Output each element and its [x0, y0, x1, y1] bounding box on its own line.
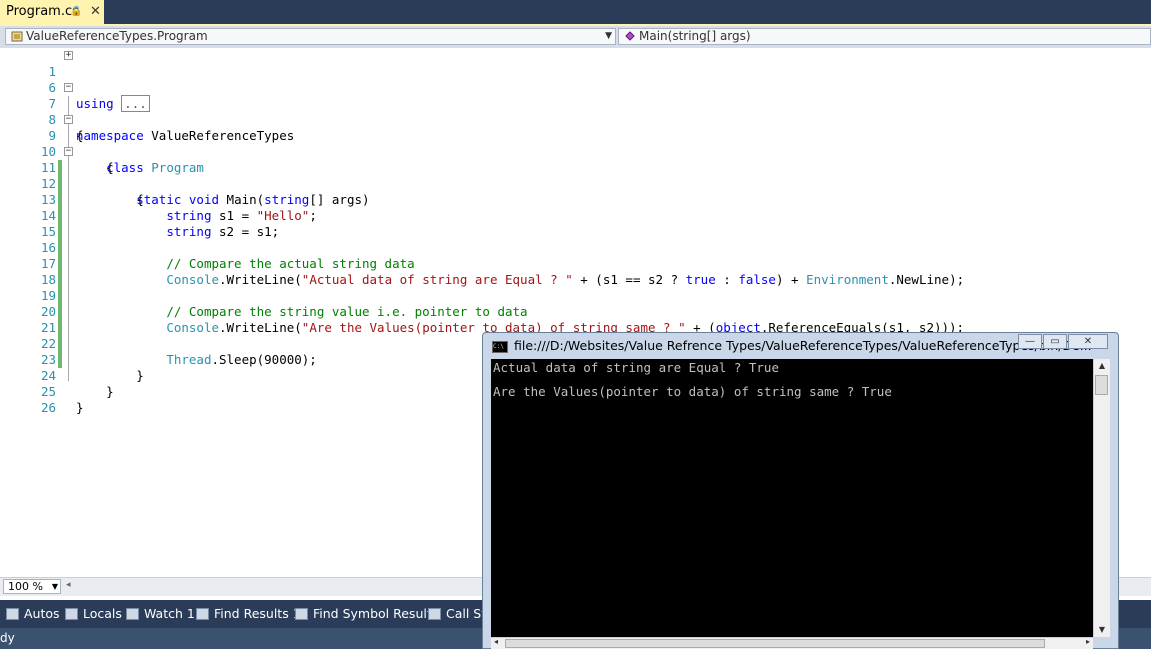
console-app-icon: C:\: [492, 341, 508, 353]
watch-icon: [126, 608, 139, 620]
member-dropdown[interactable]: Main(string[] args): [618, 28, 1151, 45]
close-tab-icon[interactable]: ✕: [90, 0, 101, 24]
code-line: 9 − class Program: [48, 114, 204, 176]
collapse-icon[interactable]: −: [64, 147, 73, 156]
code-line: 13 string s1 = "Hello";: [40, 192, 317, 223]
tab-title: Program.cs: [6, 4, 79, 19]
scroll-left-icon[interactable]: ◂: [66, 580, 71, 590]
type-dropdown-value: ValueReferenceTypes.Program: [26, 29, 208, 43]
code-line: 7 − namespace ValueReferenceTypes: [48, 82, 295, 144]
expand-icon[interactable]: +: [64, 51, 73, 60]
method-icon: [625, 31, 635, 41]
console-line: Actual data of string are Equal ? True: [493, 360, 779, 375]
console-line: Are the Values(pointer to data) of strin…: [493, 384, 892, 399]
code-line: 20 Console.WriteLine("Are the Values(poi…: [40, 304, 965, 335]
lock-icon: 🔒: [70, 6, 83, 17]
chevron-down-icon[interactable]: ▼: [605, 29, 612, 44]
code-line: 15: [40, 224, 56, 239]
code-line: 16 // Compare the actual string data: [40, 240, 415, 271]
code-line: 10 {: [40, 144, 114, 175]
member-dropdown-value: Main(string[] args): [639, 29, 751, 43]
type-dropdown[interactable]: ValueReferenceTypes.Program ▼: [5, 28, 616, 45]
code-line: 1 + using ...: [0, 48, 1151, 112]
navigation-bar: ValueReferenceTypes.Program ▼ Main(strin…: [0, 26, 1151, 49]
zoom-dropdown[interactable]: 100 % ▼: [3, 579, 61, 594]
code-line: 17 Console.WriteLine("Actual data of str…: [40, 256, 965, 287]
code-line: 21: [40, 320, 56, 335]
call-stack-icon: [428, 608, 441, 620]
find-symbol-icon: [295, 608, 308, 620]
scroll-up-icon[interactable]: ▲: [1094, 359, 1110, 373]
class-icon: [11, 31, 23, 42]
console-output: Actual data of string are Equal ? True A…: [491, 359, 1093, 637]
tab-program-cs[interactable]: Program.cs 🔒 ✕: [0, 0, 104, 24]
console-title: file:///D:/Websites/Value Refrence Types…: [514, 338, 1092, 353]
code-line: 19 // Compare the string value i.e. poin…: [40, 288, 528, 319]
horizontal-scrollbar[interactable]: ◂ ▸: [491, 637, 1093, 649]
find-results-icon: [196, 608, 209, 620]
scroll-down-icon[interactable]: ▼: [1094, 623, 1110, 637]
vertical-scrollbar[interactable]: ▲ ▼: [1093, 359, 1110, 637]
console-window[interactable]: C:\ file:///D:/Websites/Value Refrence T…: [482, 332, 1119, 649]
autos-icon: [6, 608, 19, 620]
console-title-bar[interactable]: C:\ file:///D:/Websites/Value Refrence T…: [483, 333, 1118, 359]
chevron-down-icon[interactable]: ▼: [52, 580, 58, 593]
scroll-thumb[interactable]: [1095, 375, 1108, 395]
code-line: 12 {: [40, 176, 144, 207]
collapse-icon[interactable]: −: [64, 83, 73, 92]
locals-icon: [65, 608, 78, 620]
status-text: dy: [0, 631, 15, 645]
minimize-button[interactable]: —: [1018, 334, 1042, 349]
code-line: 6: [48, 80, 56, 95]
scroll-right-icon[interactable]: ▸: [1086, 637, 1090, 646]
code-line: 14 string s2 = s1;: [40, 208, 280, 239]
scroll-thumb[interactable]: [505, 639, 1045, 648]
maximize-button[interactable]: ▭: [1043, 334, 1067, 349]
code-line: 8 {: [48, 112, 84, 143]
collapse-icon[interactable]: −: [64, 115, 73, 124]
code-line: 11 − static void Main(string[] args): [40, 146, 370, 208]
close-button[interactable]: ✕: [1068, 334, 1108, 349]
scroll-left-icon[interactable]: ◂: [494, 637, 498, 646]
code-line: 18: [40, 272, 56, 287]
zoom-value: 100 %: [8, 580, 43, 593]
document-tab-strip: Program.cs 🔒 ✕: [0, 0, 1151, 26]
